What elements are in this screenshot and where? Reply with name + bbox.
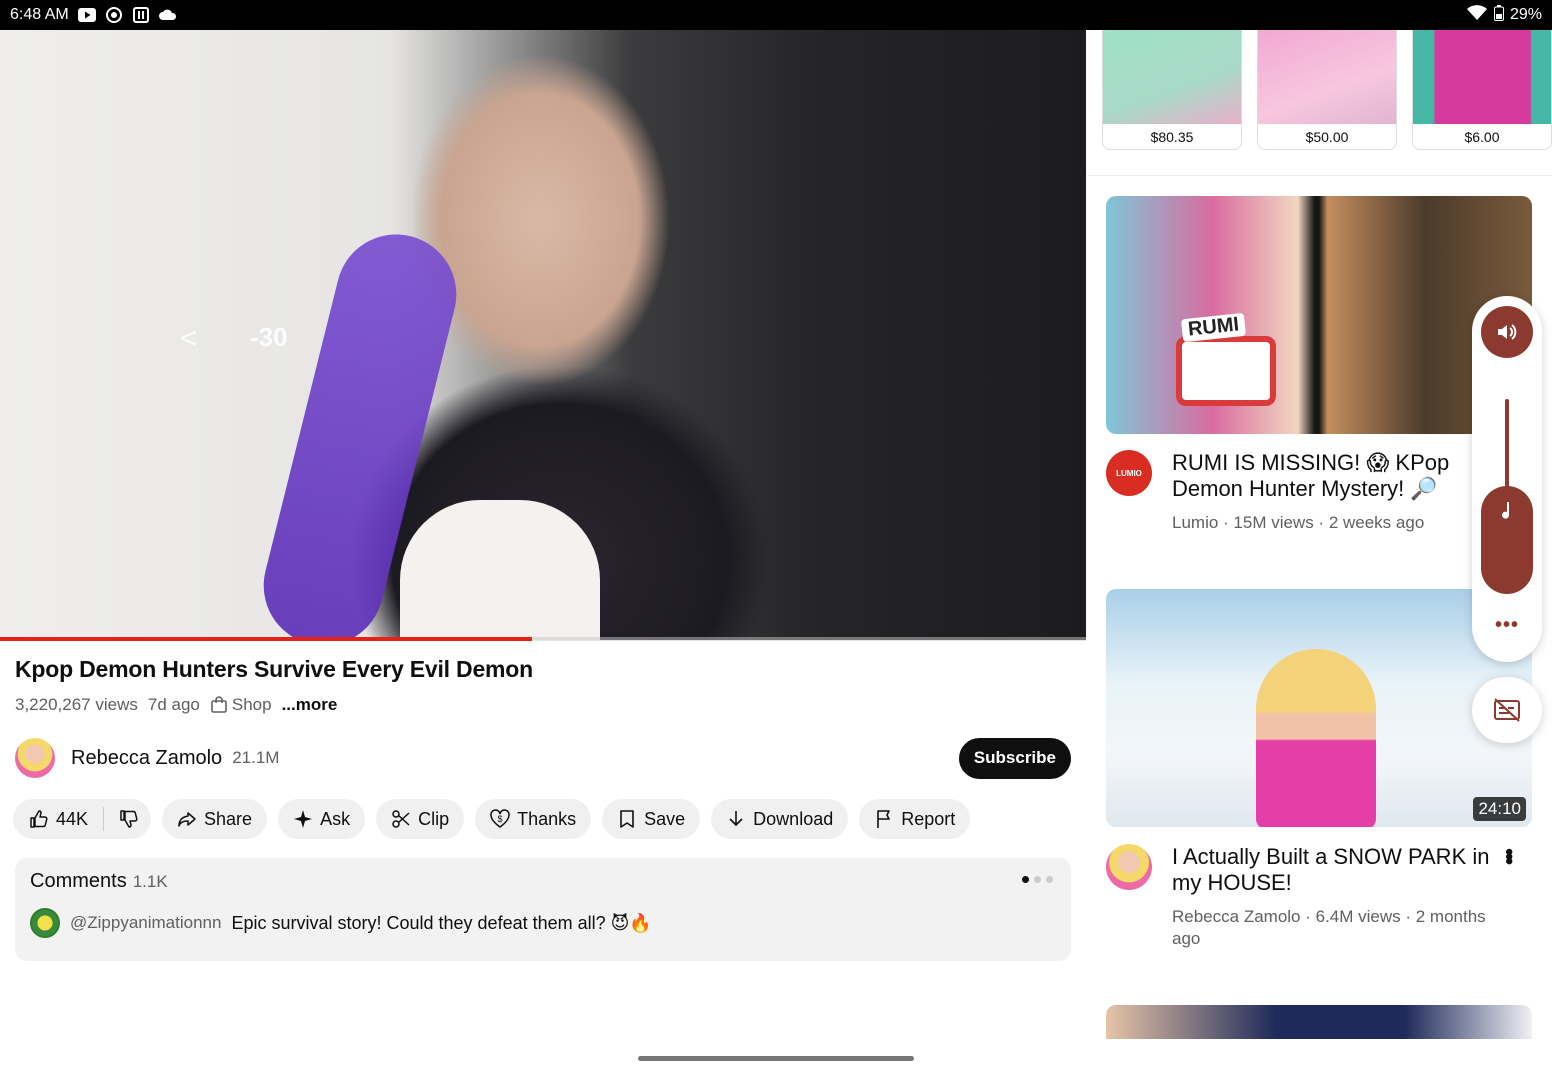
channel-avatar[interactable] xyxy=(1106,844,1152,890)
volume-more-options[interactable]: ••• xyxy=(1472,614,1542,637)
like-count[interactable]: 44K xyxy=(56,809,88,830)
comments-count: 1.1K xyxy=(132,872,168,891)
video-thumbnail[interactable] xyxy=(1106,1005,1532,1039)
video-duration: 24:10 xyxy=(1473,797,1526,821)
channel-avatar[interactable] xyxy=(15,738,55,778)
chrome-icon xyxy=(105,7,123,23)
product-card[interactable]: $50.00 xyxy=(1257,30,1397,150)
product-image xyxy=(1258,30,1396,124)
subscriber-count: 21.1M xyxy=(232,748,280,767)
more-description-link[interactable]: ...more xyxy=(282,695,338,715)
ask-label: Ask xyxy=(320,808,351,829)
seek-back-arrow-icon[interactable]: < xyxy=(180,322,198,356)
product-price: $50.00 xyxy=(1305,129,1349,145)
thanks-heart-icon: $ xyxy=(490,809,510,829)
like-divider xyxy=(103,807,105,831)
thanks-button[interactable]: $ Thanks xyxy=(475,799,592,839)
scissors-icon xyxy=(391,809,411,829)
bookmark-icon xyxy=(617,809,637,829)
media-volume-slider[interactable] xyxy=(1481,486,1533,594)
comments-card[interactable]: Comments 1.1K @Zippyanimationnn Epic sur… xyxy=(15,858,1071,961)
channel-row: Rebecca Zamolo 21.1M Subscribe xyxy=(15,737,1071,779)
product-image xyxy=(1103,30,1241,124)
recommended-video-title[interactable]: RUMI IS MISSING! 😱 KPop Demon Hunter Mys… xyxy=(1172,450,1502,502)
comments-title: Comments xyxy=(30,870,127,892)
svg-text:$: $ xyxy=(498,814,503,824)
product-price: $6.00 xyxy=(1464,129,1500,145)
shop-label: Shop xyxy=(231,695,272,714)
video-thumbnail[interactable]: 24:10 xyxy=(1106,589,1532,827)
video-title: Kpop Demon Hunters Survive Every Evil De… xyxy=(15,656,533,682)
volume-panel: ••• xyxy=(1472,296,1542,662)
seek-amount-label: -30 xyxy=(250,322,288,352)
cloud-icon xyxy=(158,7,177,23)
status-time: 6:48 AM xyxy=(10,6,69,23)
thanks-label: Thanks xyxy=(517,808,577,829)
ask-button[interactable]: Ask xyxy=(278,799,366,839)
wifi-icon xyxy=(1466,4,1488,26)
thumbs-down-icon[interactable] xyxy=(119,809,139,829)
shop-link[interactable]: Shop xyxy=(210,695,272,715)
save-label: Save xyxy=(644,808,686,829)
video-frame-detail xyxy=(400,500,600,640)
carousel-dots xyxy=(1022,876,1053,883)
recommended-video-meta: Lumio · 15M views · 2 weeks ago xyxy=(1172,513,1425,532)
video-thumbnail[interactable]: RUMI xyxy=(1106,196,1532,434)
recommended-video-meta: Rebecca Zamolo · 6.4M views · 2 months a… xyxy=(1172,907,1486,948)
thumbnail-detail xyxy=(1176,336,1276,406)
flag-icon xyxy=(874,809,894,829)
home-indicator[interactable] xyxy=(638,1056,914,1061)
thumbnail-detail xyxy=(1256,649,1376,827)
action-bar: 44K Share Ask Clip $ Thanks Save Downloa… xyxy=(13,799,971,839)
video-player[interactable]: < -30 xyxy=(0,30,1086,640)
report-button[interactable]: Report xyxy=(859,799,971,839)
speaker-icon[interactable] xyxy=(1481,306,1533,358)
download-label: Download xyxy=(753,808,834,829)
divider xyxy=(1087,175,1552,176)
status-bar: 6:48 AM 29% xyxy=(0,0,1552,30)
report-label: Report xyxy=(901,808,956,829)
sparkle-icon xyxy=(293,809,313,829)
channel-avatar[interactable]: LUMIO xyxy=(1106,450,1152,496)
shopping-bag-icon xyxy=(211,696,227,713)
upload-age: 7d ago xyxy=(147,695,200,714)
clip-label: Clip xyxy=(418,808,450,829)
volume-track[interactable] xyxy=(1505,399,1509,489)
product-card[interactable]: $80.35 xyxy=(1102,30,1242,150)
download-icon xyxy=(726,809,746,829)
youtube-icon xyxy=(77,7,96,23)
battery-icon xyxy=(1493,4,1504,26)
battery-percent: 29% xyxy=(1509,6,1542,23)
clip-button[interactable]: Clip xyxy=(376,799,465,839)
comment-author: @Zippyanimationnn xyxy=(70,913,222,932)
live-caption-off-icon[interactable] xyxy=(1472,677,1542,743)
comment-text: Epic survival story! Could they defeat t… xyxy=(231,912,652,933)
video-meta[interactable]: 3,220,267 views 7d ago Shop ...more xyxy=(15,695,337,715)
share-label: Share xyxy=(204,808,253,829)
playback-progress-fill xyxy=(0,637,533,641)
product-card[interactable]: $6.00 xyxy=(1412,30,1552,150)
share-icon xyxy=(177,809,197,829)
music-note-icon xyxy=(1502,502,1510,519)
subscribe-button[interactable]: Subscribe xyxy=(958,737,1071,779)
more-options-icon[interactable]: ••• xyxy=(1496,848,1522,862)
recommended-video-title[interactable]: I Actually Built a SNOW PARK in my HOUSE… xyxy=(1172,844,1502,896)
product-image xyxy=(1413,30,1551,124)
product-price: $80.35 xyxy=(1150,129,1194,145)
top-comment: @Zippyanimationnn Epic survival story! C… xyxy=(30,908,652,938)
download-button[interactable]: Download xyxy=(711,799,849,839)
shop-products-row: $80.35 $50.00 $6.00 xyxy=(1102,30,1552,150)
channel-name[interactable]: Rebecca Zamolo xyxy=(71,747,222,770)
playback-progress-bar[interactable] xyxy=(0,637,1086,641)
commenter-avatar xyxy=(30,908,60,938)
thumbs-up-icon[interactable] xyxy=(29,809,49,829)
like-dislike-group: 44K xyxy=(13,799,152,839)
share-button[interactable]: Share xyxy=(162,799,268,839)
view-count: 3,220,267 views xyxy=(15,695,138,714)
app-icon xyxy=(132,7,150,23)
save-button[interactable]: Save xyxy=(602,799,701,839)
